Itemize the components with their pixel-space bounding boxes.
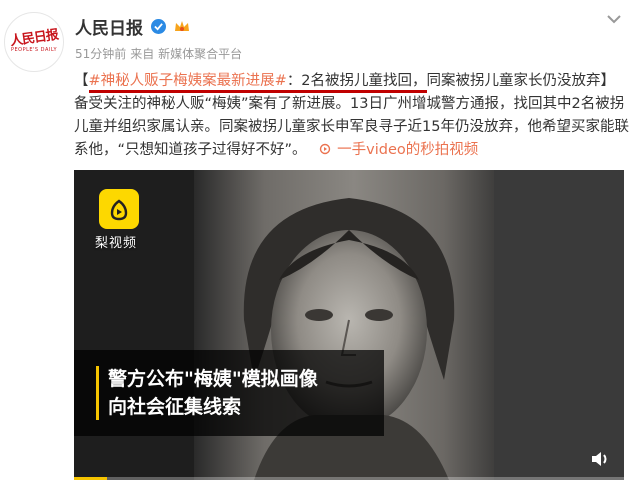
avatar[interactable]: 人民日报 PEOPLE'S DAILY (4, 12, 64, 72)
caption-line-1: 警方公布"梅姨"模拟画像 (108, 368, 318, 390)
volume-icon[interactable] (590, 450, 612, 468)
headline-underlined: #神秘人贩子梅姨案最新进展#：2名被拐儿童找回， (88, 73, 427, 93)
account-header: 人民日报 (75, 14, 191, 39)
post-source[interactable]: 来自 新媒体聚合平台 (130, 45, 242, 62)
caption-accent-bar (96, 366, 99, 420)
video-caption: 警方公布"梅姨"模拟画像 向社会征集线索 (74, 350, 384, 436)
video-player[interactable]: 梨视频 警方公布"梅姨"模拟画像 向社会征集线索 (74, 170, 624, 480)
video-link[interactable]: 一手video的秒拍视频 (311, 142, 478, 158)
video-link-icon (319, 143, 331, 155)
headline: ：2名被拐儿童找回， (286, 73, 427, 89)
account-name[interactable]: 人民日报 (75, 14, 143, 39)
pear-logo-icon (99, 189, 139, 229)
video-progress-fill (74, 477, 107, 480)
video-link-text: 一手video的秒拍视频 (337, 142, 479, 158)
headline-rest: 同案被拐儿童家长仍没放弃】 (426, 73, 616, 89)
open-bracket: 【 (74, 73, 89, 89)
more-chevron-icon[interactable] (606, 9, 622, 24)
pear-video-label: 梨视频 (95, 236, 138, 251)
people-daily-logo: 人民日报 PEOPLE'S DAILY (9, 27, 59, 53)
caption-line-2: 向社会征集线索 (108, 396, 242, 418)
post-time[interactable]: 51分钟前 (75, 45, 126, 62)
post-text: 【#神秘人贩子梅姨案最新进展#：2名被拐儿童找回，同案被拐儿童家长仍没放弃】备受… (74, 70, 629, 162)
logo-text: 人民日报 (9, 27, 59, 49)
video-progress-bar[interactable] (74, 477, 624, 480)
post-meta: 51分钟前 来自 新媒体聚合平台 (75, 45, 242, 62)
vip-crown-icon[interactable] (173, 18, 191, 34)
verified-icon (151, 18, 166, 34)
hashtag-link[interactable]: #神秘人贩子梅姨案最新进展# (89, 73, 287, 89)
